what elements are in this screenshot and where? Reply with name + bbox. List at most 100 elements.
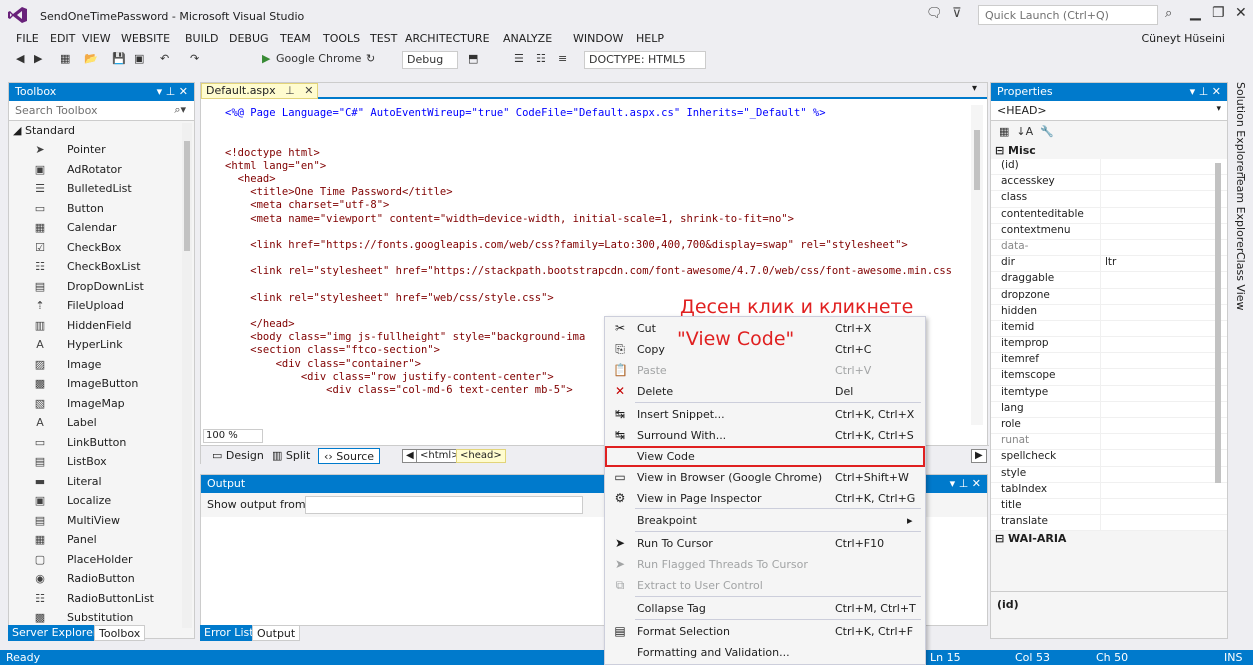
object-select[interactable]: <HEAD> ▾ xyxy=(991,101,1227,121)
property-pages-icon[interactable]: 🔧 xyxy=(1040,125,1054,138)
property-value[interactable] xyxy=(1101,337,1227,354)
alphabetical-icon[interactable]: ↓A xyxy=(1016,125,1033,138)
tab-toolbox[interactable]: Toolbox xyxy=(94,625,146,641)
toolbox-item[interactable]: ☰ BulletedList xyxy=(9,179,194,199)
panel-controls-icon[interactable]: ▾ ⊥ ✕ xyxy=(1190,85,1221,98)
tab-server-explorer[interactable]: Server Explorer xyxy=(8,625,102,641)
scroll-thumb[interactable] xyxy=(184,141,190,251)
property-value[interactable] xyxy=(1101,223,1227,240)
property-value[interactable] xyxy=(1101,239,1227,257)
toolbox-item[interactable]: ⇡ FileUpload xyxy=(9,296,194,316)
context-menu-item-format-selection[interactable]: ▤ Format Selection Ctrl+K, Ctrl+F xyxy=(605,621,925,642)
context-menu-item-run-to-cursor[interactable]: ➤ Run To Cursor Ctrl+F10 xyxy=(605,533,925,554)
menu-team[interactable]: TEAM xyxy=(280,32,311,45)
toolbox-item[interactable]: A Label xyxy=(9,413,194,433)
menu-edit[interactable]: EDIT xyxy=(50,32,75,45)
refresh-icon[interactable]: ↻ xyxy=(366,52,375,68)
context-menu-item-extract-to-user-control[interactable]: ⧉ Extract to User Control xyxy=(605,575,925,596)
toolbox-item[interactable]: ☷ RadioButtonList xyxy=(9,589,194,609)
pin-icon[interactable]: ⬒ xyxy=(468,52,478,68)
tab-error-list[interactable]: Error List xyxy=(200,625,258,641)
property-row[interactable]: itemprop xyxy=(991,337,1227,354)
property-value[interactable]: ltr xyxy=(1101,256,1227,273)
config-select[interactable]: Debug xyxy=(402,51,458,69)
property-value[interactable] xyxy=(1101,191,1227,208)
toolbox-item[interactable]: ▥ HiddenField xyxy=(9,316,194,336)
property-row[interactable]: itemid xyxy=(991,320,1227,338)
property-row[interactable]: itemref xyxy=(991,353,1227,370)
property-value[interactable] xyxy=(1101,159,1227,176)
menu-tools[interactable]: TOOLS xyxy=(323,32,360,45)
toolbox-item[interactable]: ▣ AdRotator xyxy=(9,160,194,180)
menu-build[interactable]: BUILD xyxy=(185,32,218,45)
property-row[interactable]: itemtype xyxy=(991,385,1227,402)
property-row[interactable]: style xyxy=(991,466,1227,483)
property-row[interactable]: contextmenu xyxy=(991,223,1227,240)
property-row[interactable]: title xyxy=(991,498,1227,516)
menu-website[interactable]: WEBSITE xyxy=(121,32,170,45)
toolbox-search-input[interactable]: Search Toolbox ⌕▾ xyxy=(9,101,194,121)
context-menu-item-insert-snippet[interactable]: ↹ Insert Snippet... Ctrl+K, Ctrl+X xyxy=(605,404,925,425)
menu-analyze[interactable]: ANALYZE xyxy=(503,32,552,45)
property-value[interactable] xyxy=(1101,401,1227,418)
menu-help[interactable]: HELP xyxy=(636,32,664,45)
restore-button[interactable]: ❐ xyxy=(1212,5,1225,21)
toolbox-item[interactable]: ▦ Calendar xyxy=(9,218,194,238)
menu-test[interactable]: TEST xyxy=(370,32,397,45)
redo-icon[interactable]: ↷ xyxy=(190,52,199,68)
toolbox-item[interactable]: ☑ CheckBox xyxy=(9,238,194,258)
scroll-thumb[interactable] xyxy=(974,130,980,190)
toolbox-item[interactable]: ▣ Localize xyxy=(9,491,194,511)
property-value[interactable] xyxy=(1101,482,1227,499)
property-row[interactable]: dir ltr xyxy=(991,256,1227,273)
toolbox-item[interactable]: ▩ ImageButton xyxy=(9,374,194,394)
tab-class-view[interactable]: Class View xyxy=(1234,252,1247,311)
search-icon[interactable]: ⌕ xyxy=(1165,6,1172,21)
toolbox-item[interactable]: ▧ ImageMap xyxy=(9,394,194,414)
context-menu-item-collapse-tag[interactable]: Collapse Tag Ctrl+M, Ctrl+T xyxy=(605,598,925,619)
save-all-icon[interactable]: ▣ xyxy=(134,52,144,68)
property-row[interactable]: data- xyxy=(991,239,1227,257)
toolbox-item[interactable]: ◉ RadioButton xyxy=(9,569,194,589)
design-view-button[interactable]: ▭ Design xyxy=(207,448,269,464)
property-row[interactable]: draggable xyxy=(991,272,1227,289)
comment-icon[interactable]: ☰ xyxy=(514,52,524,68)
menu-file[interactable]: FILE xyxy=(16,32,39,45)
context-menu-item-formatting-and-validation[interactable]: Formatting and Validation... xyxy=(605,642,925,663)
new-project-icon[interactable]: ▦ xyxy=(60,52,70,68)
property-row[interactable]: itemscope xyxy=(991,369,1227,386)
context-menu-item-view-in-browser-google-chrome[interactable]: ▭ View in Browser (Google Chrome) Ctrl+Shi… xyxy=(605,467,925,488)
property-value[interactable] xyxy=(1101,498,1227,516)
menu-debug[interactable]: DEBUG xyxy=(229,32,269,45)
property-value[interactable] xyxy=(1101,466,1227,483)
toolbox-item[interactable]: ▨ Image xyxy=(9,355,194,375)
toolbox-item[interactable]: ▭ Button xyxy=(9,199,194,219)
open-file-icon[interactable]: 📂 xyxy=(84,52,98,68)
property-row[interactable]: translate xyxy=(991,515,1227,532)
property-value[interactable] xyxy=(1101,434,1227,451)
doctype-select[interactable]: DOCTYPE: HTML5 xyxy=(584,51,706,69)
panel-controls-icon[interactable]: ▾ ⊥ ✕ xyxy=(157,85,188,98)
menu-window[interactable]: WINDOW xyxy=(573,32,623,45)
property-value[interactable] xyxy=(1101,515,1227,532)
property-value[interactable] xyxy=(1101,175,1227,192)
toolbox-item[interactable]: ▬ Literal xyxy=(9,472,194,492)
panel-controls-icon[interactable]: ▾ ⊥ ✕ xyxy=(950,477,981,490)
tab-default-aspx[interactable]: Default.aspx ⊥ ✕ xyxy=(201,83,319,99)
tab-solution-explorer[interactable]: Solution Explorer xyxy=(1234,82,1247,176)
context-menu-item-run-flagged-threads-to-cursor[interactable]: ➤ Run Flagged Threads To Cursor xyxy=(605,554,925,575)
toolbox-item[interactable]: ☷ CheckBoxList xyxy=(9,257,194,277)
menu-architecture[interactable]: ARCHITECTURE xyxy=(405,32,490,45)
property-value[interactable] xyxy=(1101,272,1227,289)
property-row[interactable]: class xyxy=(991,191,1227,208)
property-row[interactable]: role xyxy=(991,418,1227,435)
property-value[interactable] xyxy=(1101,369,1227,386)
menu-view[interactable]: VIEW xyxy=(82,32,111,45)
context-menu-item-breakpoint[interactable]: Breakpoint ▸ xyxy=(605,510,925,531)
breadcrumb-head[interactable]: <head> xyxy=(456,449,506,463)
toolbox-group-standard[interactable]: ◢ Standard xyxy=(9,121,194,140)
property-row[interactable]: contenteditable xyxy=(991,207,1227,224)
forward-icon[interactable]: ▶ xyxy=(34,52,42,68)
toolbox-item[interactable]: ➤ Pointer xyxy=(9,140,194,160)
filter-icon[interactable]: ⊽ xyxy=(952,6,962,21)
